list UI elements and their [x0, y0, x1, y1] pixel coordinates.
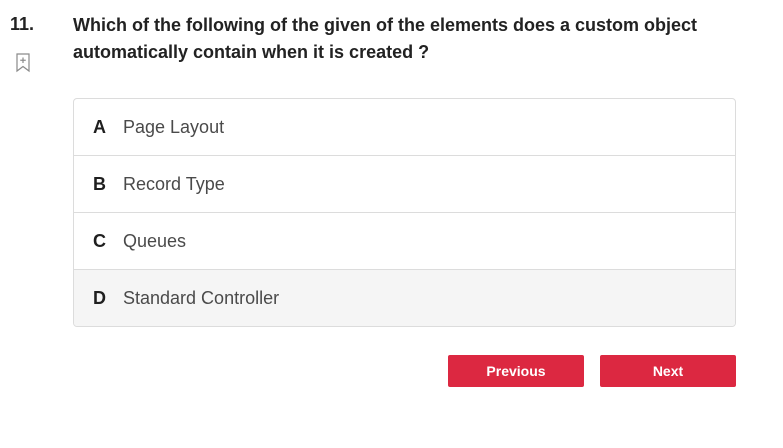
- option-letter: C: [93, 230, 106, 251]
- option-letter: B: [93, 173, 106, 194]
- question-number: 11.: [10, 14, 35, 34]
- option-b[interactable]: B Record Type: [74, 155, 735, 212]
- option-d[interactable]: D Standard Controller: [74, 269, 735, 326]
- option-letter: D: [93, 287, 106, 308]
- option-label: Page Layout: [123, 116, 225, 137]
- option-a[interactable]: A Page Layout: [74, 99, 735, 155]
- question-text: Which of the following of the given of t…: [73, 15, 698, 62]
- option-label: Standard Controller: [123, 287, 280, 308]
- answer-options: A Page Layout B Record Type C Queues D S…: [73, 98, 736, 327]
- option-label: Queues: [123, 230, 187, 251]
- previous-button[interactable]: Previous: [448, 355, 584, 387]
- next-button[interactable]: Next: [600, 355, 736, 387]
- option-label: Record Type: [123, 173, 225, 194]
- option-c[interactable]: C Queues: [74, 212, 735, 269]
- option-letter: A: [93, 116, 106, 137]
- bookmark-add-icon[interactable]: [15, 53, 31, 73]
